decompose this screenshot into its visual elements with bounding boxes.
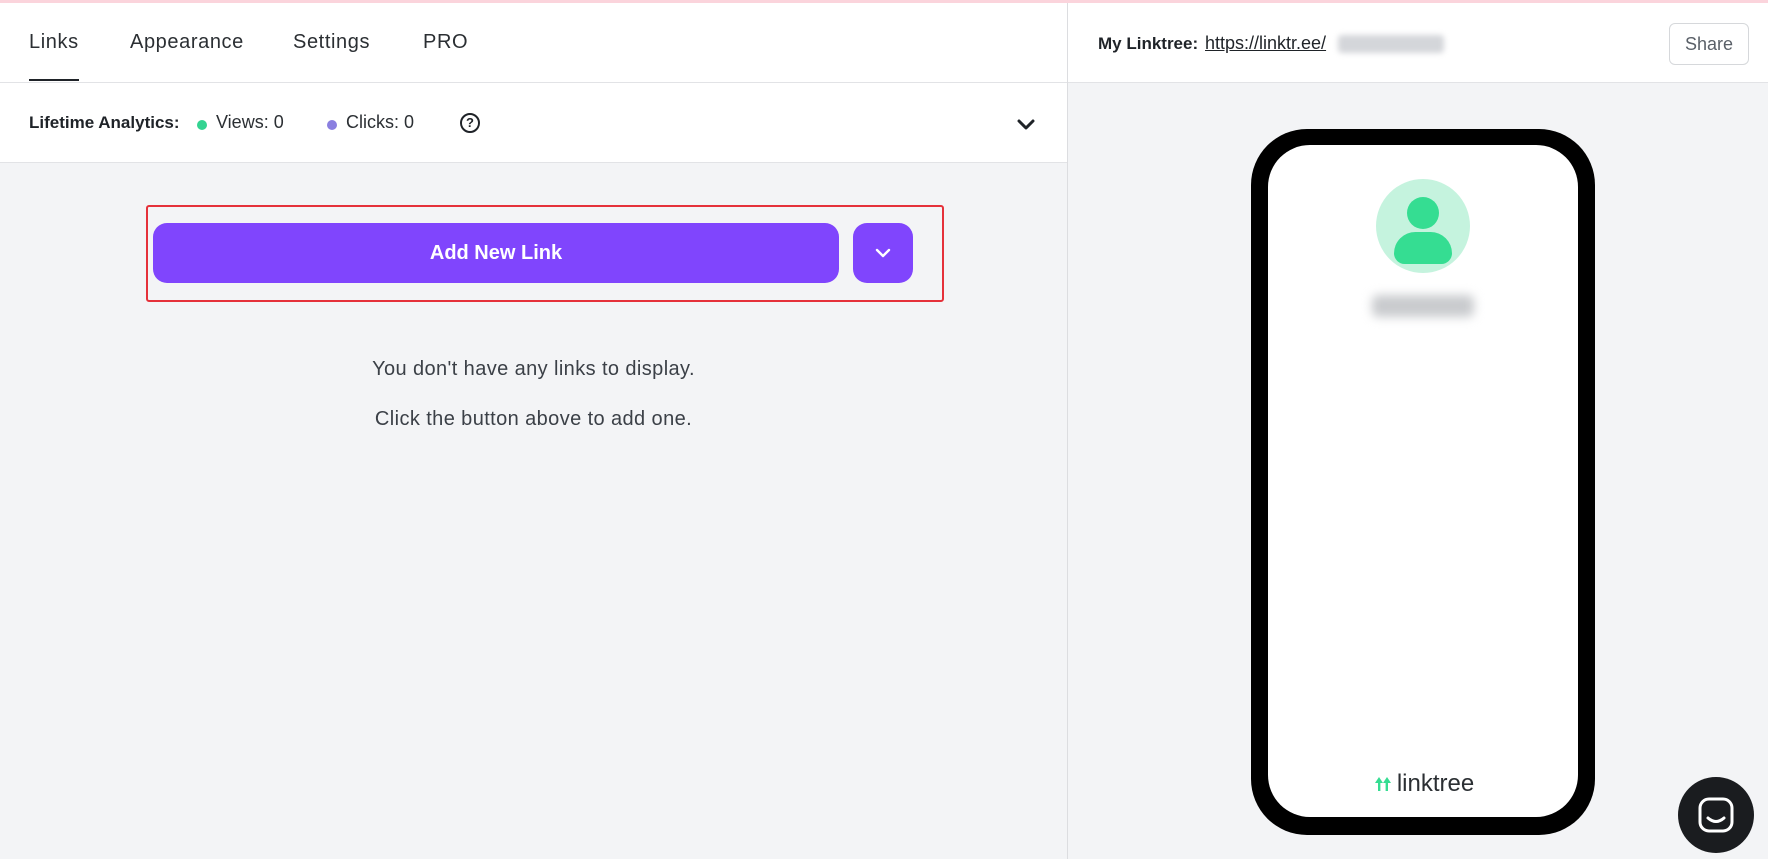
linktree-logo-icon bbox=[1372, 772, 1394, 801]
chevron-down-icon bbox=[875, 248, 891, 258]
preview-header: My Linktree: https://linktr.ee/ Share bbox=[1068, 3, 1768, 83]
clicks-count: Clicks: 0 bbox=[346, 112, 415, 132]
add-new-link-button[interactable]: Add New Link bbox=[153, 223, 839, 283]
add-link-options-button[interactable] bbox=[853, 223, 913, 283]
redacted-username bbox=[1338, 35, 1444, 53]
help-circle-icon[interactable]: ? bbox=[460, 113, 480, 133]
empty-state-hint: Click the button above to add one. bbox=[374, 408, 693, 430]
tab-settings[interactable]: Settings bbox=[293, 31, 370, 54]
brand-name: linktree bbox=[1396, 770, 1475, 797]
views-dot bbox=[197, 120, 207, 130]
chat-bubble-icon bbox=[1698, 797, 1734, 833]
my-linktree-url[interactable]: https://linktr.ee/ bbox=[1205, 33, 1326, 54]
empty-state-message: You don't have any links to display. bbox=[372, 358, 695, 380]
clicks-dot bbox=[327, 120, 337, 130]
preview-panel: My Linktree: https://linktr.ee/ Share li… bbox=[1068, 3, 1768, 859]
linktree-brand: linktree bbox=[1268, 770, 1578, 801]
phone-screen: linktree bbox=[1268, 145, 1578, 817]
tab-pro[interactable]: PRO bbox=[423, 31, 468, 54]
user-avatar-icon bbox=[1376, 179, 1470, 273]
tab-appearance[interactable]: Appearance bbox=[130, 31, 244, 54]
analytics-bar: Lifetime Analytics: Views: 0 Clicks: 0 ? bbox=[0, 83, 1067, 163]
tab-bar: Links Appearance Settings PRO bbox=[0, 3, 1067, 83]
share-button[interactable]: Share bbox=[1669, 23, 1749, 65]
analytics-label: Lifetime Analytics: bbox=[29, 113, 180, 132]
phone-preview: linktree bbox=[1251, 129, 1595, 835]
my-linktree-label: My Linktree: bbox=[1098, 34, 1199, 53]
chevron-down-icon[interactable] bbox=[1014, 112, 1038, 136]
redacted-profile-name bbox=[1372, 295, 1474, 317]
views-count: Views: 0 bbox=[216, 112, 284, 132]
editor-panel: Links Appearance Settings PRO Lifetime A… bbox=[0, 3, 1067, 859]
tab-links[interactable]: Links bbox=[29, 31, 79, 81]
chat-support-button[interactable] bbox=[1678, 777, 1754, 853]
